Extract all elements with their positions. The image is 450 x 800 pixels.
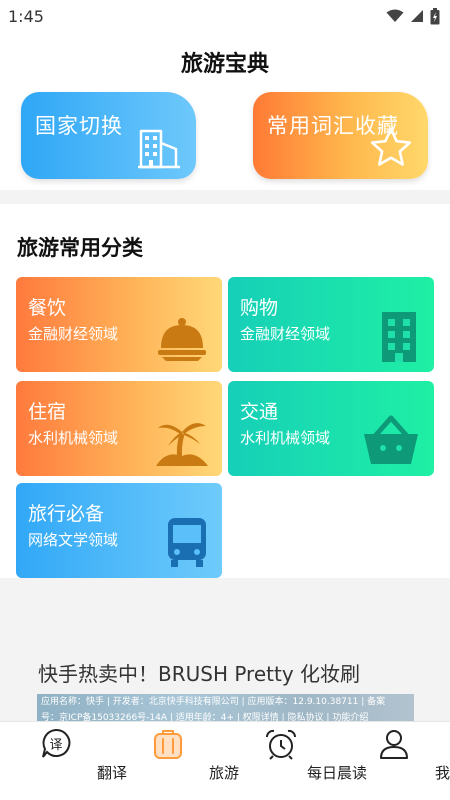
tab-profile[interactable]: 我的 (338, 722, 450, 800)
bus-icon (168, 518, 206, 567)
category-lodging[interactable]: 住宿 水利机械领域 (16, 381, 222, 476)
category-subtitle: 水利机械领域 (28, 429, 119, 447)
category-subtitle: 水利机械领域 (240, 429, 331, 447)
status-icons (386, 7, 440, 25)
luggage-icon (154, 730, 182, 759)
page-title: 旅游宝典 (180, 52, 269, 77)
section-title: 旅游常用分类 (17, 236, 143, 260)
category-section: 旅游常用分类 餐饮 金融财经领域 购物 金融财经领域 住宿 水利机械领域 交通 … (0, 204, 450, 578)
alarm-clock-icon (265, 729, 297, 760)
tab-translate[interactable]: 译 翻译 (0, 722, 127, 800)
category-travel-essentials[interactable]: 旅行必备 网络文学领域 (16, 483, 222, 578)
tab-daily-reading[interactable]: 每日晨读 (225, 722, 367, 800)
wifi-icon (386, 9, 404, 22)
category-subtitle: 网络文学领域 (28, 531, 119, 549)
star-icon (370, 127, 412, 166)
food-dome-icon (158, 318, 206, 361)
status-time: 1:45 (8, 6, 44, 26)
category-title: 购物 (240, 297, 279, 319)
palm-island-icon (156, 423, 208, 466)
header: 旅游宝典 国家切换 常用词汇收藏 (0, 32, 450, 190)
tab-travel[interactable]: 旅游 (112, 722, 239, 800)
category-title: 住宿 (28, 401, 67, 423)
ad-info-line: 应用名称：快手 | 开发者：北京快手科技有限公司 | 应用版本：12.9.10.… (41, 697, 386, 707)
category-dining[interactable]: 餐饮 金融财经领域 (16, 277, 222, 372)
user-icon (380, 730, 408, 759)
ad-info-line: 号：京ICP备15033266号-14A | 适用年龄：4+ | 权限详情 | … (41, 713, 369, 721)
category-shopping[interactable]: 购物 金融财经领域 (228, 277, 434, 372)
status-bar: 1:45 (0, 0, 450, 32)
category-subtitle: 金融财经领域 (28, 325, 119, 343)
battery-icon (430, 7, 440, 24)
bottom-tab-bar: 译 翻译 旅游 每日晨读 我的 (0, 721, 450, 800)
signal-icon (411, 10, 423, 22)
country-switch-card[interactable]: 国家切换 (21, 92, 196, 179)
category-transport[interactable]: 交通 水利机械领域 (228, 381, 434, 476)
office-building-icon (382, 312, 416, 362)
ad-info-strip[interactable]: 应用名称：快手 | 开发者：北京快手科技有限公司 | 应用版本：12.9.10.… (37, 694, 414, 721)
category-title: 旅行必备 (28, 503, 105, 525)
svg-text:译: 译 (49, 738, 62, 753)
category-title: 餐饮 (28, 297, 67, 319)
vocab-favorites-card[interactable]: 常用词汇收藏 (253, 92, 428, 179)
ad-title[interactable]: 快手热卖中！BRUSH Pretty 化妆刷 (38, 658, 360, 687)
category-subtitle: 金融财经领域 (240, 325, 331, 343)
tab-label: 我的 (434, 764, 450, 782)
ad-banner[interactable]: 快手热卖中！BRUSH Pretty 化妆刷 应用名称：快手 | 开发者：北京快… (0, 578, 450, 721)
basket-icon (364, 415, 418, 464)
country-switch-label: 国家切换 (35, 114, 123, 138)
translate-icon: 译 (42, 728, 71, 758)
building-icon (138, 129, 180, 169)
category-title: 交通 (240, 401, 279, 423)
